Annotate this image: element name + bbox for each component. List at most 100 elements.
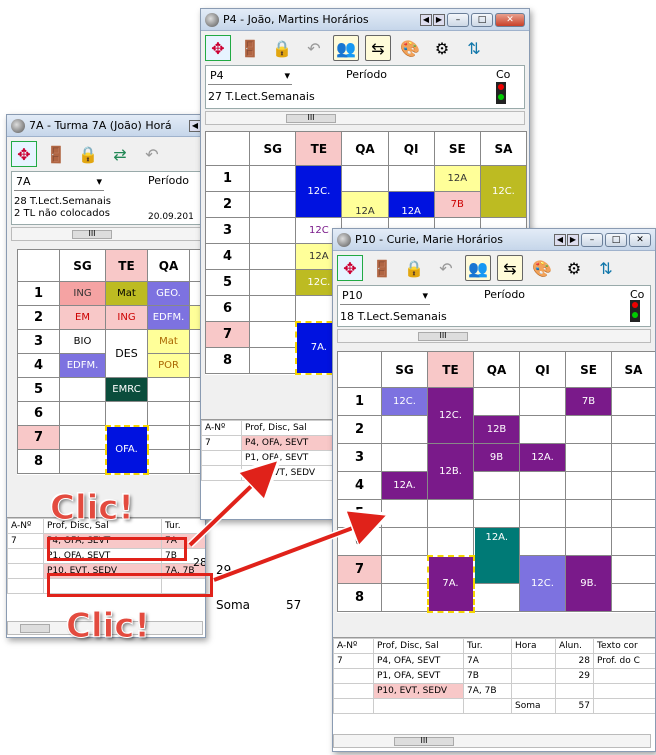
day-header: SA: [611, 351, 655, 388]
lesson-cell[interactable]: 12A.: [381, 471, 428, 500]
table-row[interactable]: P10, EVT, SEDV 7A, 7B: [333, 683, 655, 699]
minimize-icon[interactable]: –: [581, 232, 603, 247]
door-icon[interactable]: 🚪: [43, 141, 69, 167]
lesson-cell[interactable]: 9B.: [565, 555, 612, 612]
gears-icon[interactable]: ⚙: [429, 35, 455, 61]
lesson-cell[interactable]: GEO.: [147, 281, 190, 306]
teacher-select[interactable]: P10 ▾: [340, 289, 430, 305]
scroll-thumb[interactable]: III: [72, 230, 112, 239]
scroll-thumb[interactable]: III: [418, 332, 468, 341]
info-panel: 7A ▾ Período 28 T.Lect.Semanais 2 TL não …: [11, 171, 201, 225]
day-header: SE: [565, 351, 612, 388]
lesson-cell[interactable]: 12A.: [519, 443, 566, 472]
grid-icon[interactable]: ✥: [205, 35, 231, 61]
arrows-icon[interactable]: ⇆: [497, 255, 523, 281]
scroll-thumb[interactable]: [20, 624, 50, 633]
sort-icon[interactable]: ⇅: [593, 255, 619, 281]
gears-icon[interactable]: ⚙: [561, 255, 587, 281]
lesson-cell[interactable]: EM: [59, 305, 106, 330]
lesson-cell[interactable]: 12A: [341, 191, 389, 218]
colors-icon[interactable]: 🎨: [529, 255, 555, 281]
lesson-cell[interactable]: 7B: [433, 191, 481, 218]
period-header: 6: [17, 401, 60, 426]
maximize-icon[interactable]: □: [471, 12, 493, 27]
period-header: 2: [17, 305, 60, 330]
teacher-p10-titlebar[interactable]: P10 - Curie, Marie Horários ◀ ▶ – □ ✕: [333, 229, 655, 251]
period-header: 7: [337, 555, 382, 584]
app-icon: [205, 12, 219, 27]
minimize-icon[interactable]: –: [447, 12, 469, 27]
close-icon[interactable]: ✕: [629, 232, 651, 247]
horizontal-scrollbar[interactable]: III: [205, 111, 525, 125]
lesson-cell[interactable]: ING: [105, 305, 148, 330]
lock-icon[interactable]: 🔒: [269, 35, 295, 61]
close-icon[interactable]: ✕: [495, 12, 525, 27]
lesson-cell[interactable]: EDFM.: [59, 353, 106, 378]
lesson-cell[interactable]: BIO: [59, 329, 106, 354]
maximize-icon[interactable]: □: [605, 232, 627, 247]
lesson-cell[interactable]: POR: [147, 353, 190, 378]
table-row[interactable]: 7 P4, OFA, SEVT 7A 28 Prof. do C: [333, 653, 655, 669]
next-icon[interactable]: ▶: [433, 13, 445, 26]
lesson-cell[interactable]: 12A: [387, 191, 435, 218]
horizontal-scrollbar[interactable]: III: [333, 734, 651, 748]
undo-icon[interactable]: ↶: [139, 141, 165, 167]
teacher-p4-titlebar[interactable]: P4 - João, Martins Horários ◀ ▶ – □ ✕: [201, 9, 529, 31]
swap-icon[interactable]: ⇄: [107, 141, 133, 167]
day-header: TE: [295, 131, 343, 166]
lesson-cell[interactable]: 12C.: [519, 555, 566, 612]
people-icon[interactable]: 👥: [333, 35, 359, 61]
lesson-cell[interactable]: 7A.: [426, 554, 475, 613]
lesson-table: A-Nº Prof, Disc, Sal 7 P4, OFA, SEVT P1, O…: [201, 420, 342, 481]
lesson-cell[interactable]: ING: [59, 281, 106, 306]
scroll-thumb[interactable]: III: [286, 114, 336, 123]
lesson-cell[interactable]: 12B.: [427, 443, 474, 500]
prev-icon[interactable]: ◀: [554, 233, 566, 246]
list-item[interactable]: P10, EVT, SEDV: [241, 465, 342, 481]
door-icon[interactable]: 🚪: [237, 35, 263, 61]
lesson-cell[interactable]: DES: [105, 329, 148, 378]
lesson-cell[interactable]: Mat: [105, 281, 148, 306]
class-select[interactable]: 7A ▾: [14, 175, 104, 191]
scroll-thumb[interactable]: III: [394, 737, 454, 746]
lock-icon[interactable]: 🔒: [75, 141, 101, 167]
arrows-icon[interactable]: ⇆: [365, 35, 391, 61]
colors-icon[interactable]: 🎨: [397, 35, 423, 61]
lesson-cell[interactable]: 9B: [473, 443, 520, 472]
periodo-label: Período: [484, 288, 526, 301]
door-icon[interactable]: 🚪: [369, 255, 395, 281]
prev-icon[interactable]: ◀: [420, 13, 432, 26]
dropdown-arrow-icon: ▾: [96, 175, 102, 188]
lesson-cell[interactable]: 12C.: [479, 165, 528, 218]
people-icon[interactable]: 👥: [465, 255, 491, 281]
horizontal-scrollbar[interactable]: III: [337, 329, 651, 343]
lock-icon[interactable]: 🔒: [401, 255, 427, 281]
lesson-cell[interactable]: EDFM.: [147, 305, 190, 330]
sort-icon[interactable]: ⇅: [461, 35, 487, 61]
periodo-label: Período: [148, 174, 190, 187]
teacher-select[interactable]: P4 ▾: [208, 69, 292, 85]
grid-icon[interactable]: ✥: [337, 255, 363, 281]
grid-icon[interactable]: ✥: [11, 141, 37, 167]
lesson-cell[interactable]: 12A: [433, 165, 481, 192]
lesson-cell[interactable]: EMRC: [105, 377, 148, 402]
lesson-cell[interactable]: 12B: [473, 415, 520, 444]
lesson-cell[interactable]: 7B: [565, 387, 612, 416]
lesson-cell[interactable]: OFA.: [104, 424, 149, 475]
undo-icon[interactable]: ↶: [433, 255, 459, 281]
lesson-cell[interactable]: Mat: [147, 329, 190, 354]
clic-annotation-top: Clic!: [50, 488, 135, 529]
undo-icon[interactable]: ↶: [301, 35, 327, 61]
list-item[interactable]: P1, OFA, SEVT: [241, 450, 342, 466]
table-row[interactable]: P1, OFA, SEVT 7B 29: [333, 668, 655, 684]
class-7a-titlebar[interactable]: 7A - Turma 7A (João) Horá ◀: [7, 115, 205, 137]
lesson-cell[interactable]: 12A.: [473, 527, 520, 584]
lesson-cell[interactable]: 12C.: [381, 387, 428, 416]
list-item[interactable]: P4, OFA, SEVT: [241, 435, 342, 451]
lesson-cell[interactable]: 12C.: [295, 165, 343, 218]
teacher-p10-window: P10 - Curie, Marie Horários ◀ ▶ – □ ✕ ✥ …: [332, 228, 656, 752]
horizontal-scrollbar[interactable]: III: [11, 227, 201, 241]
lesson-list: A-Nº Prof, Disc, Sal Tur. Hora Alun. Tex…: [333, 637, 655, 751]
next-icon[interactable]: ▶: [567, 233, 579, 246]
lesson-cell[interactable]: 12C.: [427, 387, 474, 444]
